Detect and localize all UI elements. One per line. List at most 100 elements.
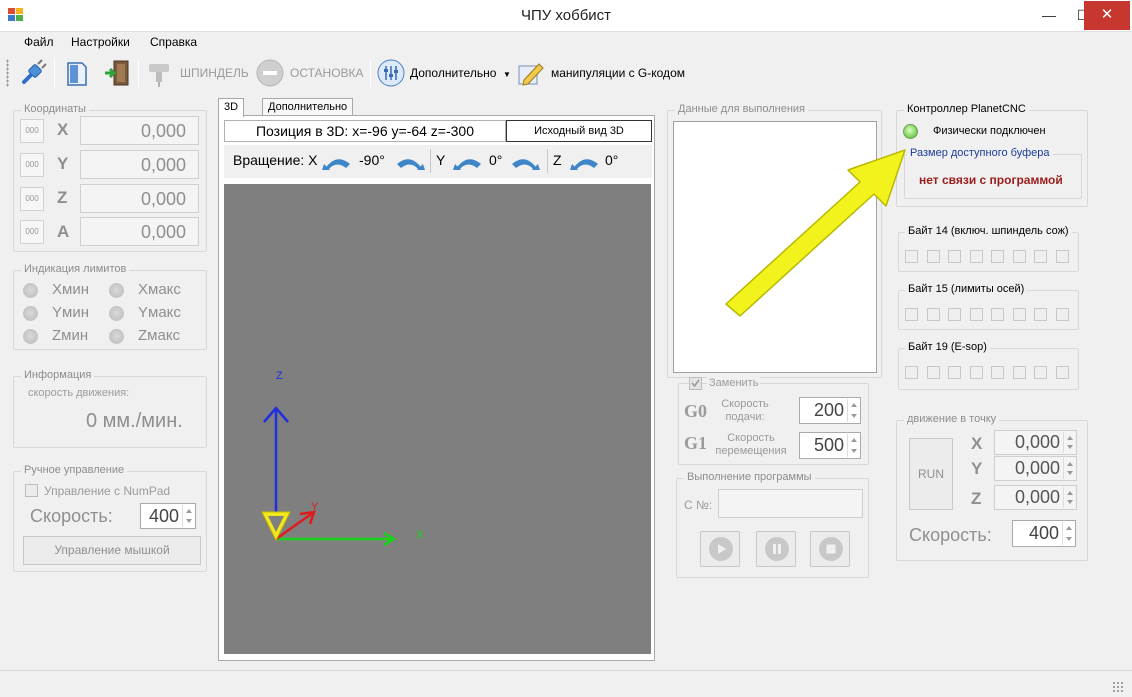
bit-indicator xyxy=(1034,366,1047,379)
limit-ymax-label: Yмакс xyxy=(138,304,181,321)
gcode-button[interactable]: манипуляции с G-кодом xyxy=(551,66,685,80)
bit-indicator xyxy=(1012,250,1026,263)
g1-caption: Скорость перемещения xyxy=(715,432,787,457)
rotation-label: Вращение: X xyxy=(233,152,318,168)
manual-title: Ручное управление xyxy=(21,464,128,476)
menu-settings[interactable]: Настройки xyxy=(71,35,130,49)
additional-dropdown[interactable]: Дополнительно xyxy=(410,66,496,80)
rotate-y-cw-icon[interactable] xyxy=(510,152,542,172)
pause-button[interactable] xyxy=(756,531,796,567)
title-bar: ЧПУ хоббист — ☐ ✕ xyxy=(0,0,1132,32)
stop-button[interactable]: ОСТАНОВКА xyxy=(290,66,364,80)
bit-indicator xyxy=(1055,366,1069,379)
g1-speed-stepper[interactable]: 500 xyxy=(799,432,861,459)
rotate-y-ccw-icon[interactable] xyxy=(451,152,483,172)
coord-x-field[interactable]: 0,000 xyxy=(80,116,199,145)
exit-door-icon[interactable] xyxy=(102,58,132,88)
rotation-separator xyxy=(430,149,431,173)
axes-gizmo xyxy=(261,406,397,547)
moveto-y-stepper[interactable]: 0,000 xyxy=(994,456,1077,481)
mouse-control-button[interactable]: Управление мышкой xyxy=(23,536,201,565)
moveto-speed-stepper[interactable]: 400 xyxy=(1012,520,1076,547)
bit-indicator xyxy=(926,366,940,379)
bit-indicator xyxy=(969,366,983,379)
rotation-z-value: 0° xyxy=(605,152,619,168)
close-button[interactable]: ✕ xyxy=(1084,1,1130,30)
bit-indicator xyxy=(948,250,961,263)
limit-xmax-label: Xмакс xyxy=(138,281,181,298)
g0-speed-stepper[interactable]: 200 xyxy=(799,397,861,424)
menu-help[interactable]: Справка xyxy=(150,35,197,49)
window-title: ЧПУ хоббист xyxy=(520,7,612,24)
info-title: Информация xyxy=(21,369,95,381)
open-file-icon[interactable] xyxy=(62,58,92,88)
stop-icon xyxy=(256,59,284,87)
bit-indicator xyxy=(991,366,1004,379)
rotate-x-ccw-icon[interactable] xyxy=(320,152,352,172)
speed-value: 0 мм./мин. xyxy=(86,410,183,432)
rotate-z-ccw-icon[interactable] xyxy=(568,152,600,172)
manual-speed-stepper[interactable]: 400 xyxy=(140,503,196,529)
rotation-separator xyxy=(547,149,548,173)
resize-grip[interactable] xyxy=(1112,681,1124,693)
canvas-3d[interactable]: Z X Y xyxy=(224,184,651,654)
settings-sliders-icon[interactable] xyxy=(376,58,406,88)
numpad-checkbox[interactable] xyxy=(25,484,38,497)
limit-xmin-indicator xyxy=(23,283,38,298)
bit-indicator xyxy=(969,308,983,321)
spindle-button[interactable]: ШПИНДЕЛЬ xyxy=(180,66,249,80)
axis-x-tag: X xyxy=(416,529,424,541)
replace-checkbox[interactable] xyxy=(689,377,702,390)
axis-a-label: A xyxy=(57,222,70,241)
bit-indicator xyxy=(948,366,961,379)
toolbar-grip[interactable] xyxy=(6,59,9,87)
connection-status: Физически подключен xyxy=(933,125,1046,137)
bit-indicator xyxy=(991,308,1004,321)
rotation-y-value: 0° xyxy=(489,152,503,168)
tab-additional[interactable]: Дополнительно xyxy=(262,98,354,116)
position-3d-label: Позиция в 3D: x=-96 y=-64 z=-300 xyxy=(224,120,506,142)
zero-x-button[interactable]: 000 xyxy=(20,119,44,143)
moveto-x-stepper[interactable]: 0,000 xyxy=(994,430,1077,455)
play-button[interactable] xyxy=(700,531,740,567)
controller-title: Контроллер PlanetCNC xyxy=(904,103,1029,115)
byte19-title: Байт 19 (E-sop) xyxy=(905,341,990,353)
coord-z-field[interactable]: 0,000 xyxy=(80,184,199,213)
rotation-z-label: Z xyxy=(553,152,562,168)
connect-icon[interactable] xyxy=(18,58,48,88)
chevron-down-icon[interactable]: ▼ xyxy=(503,70,511,79)
rotation-y-label: Y xyxy=(436,152,446,168)
byte19-group: Байт 19 (E-sop) xyxy=(898,341,1079,390)
gcode-edit-icon[interactable] xyxy=(515,58,545,88)
moveto-speed-label: Скорость: xyxy=(909,525,992,545)
coord-y-field[interactable]: 0,000 xyxy=(80,150,199,179)
bit-indicator xyxy=(1012,308,1026,321)
reset-view-button[interactable]: Исходный вид 3D xyxy=(506,120,652,142)
zero-y-button[interactable]: 000 xyxy=(20,153,44,177)
rotate-x-cw-icon[interactable] xyxy=(395,152,427,172)
axis-y-label: Y xyxy=(57,154,69,173)
zero-a-button[interactable]: 000 xyxy=(20,220,44,244)
numpad-label: Управление с NumPad xyxy=(44,484,171,498)
line-number-field[interactable] xyxy=(718,489,863,518)
coord-a-field[interactable]: 0,000 xyxy=(80,217,199,246)
run-button[interactable]: RUN xyxy=(909,438,953,510)
moveto-z-stepper[interactable]: 0,000 xyxy=(994,485,1077,510)
bit-indicator xyxy=(905,366,918,379)
moveto-y-label: Y xyxy=(971,459,983,478)
toolbar-separator xyxy=(54,59,55,87)
spindle-icon xyxy=(149,64,169,87)
stop-program-button[interactable] xyxy=(810,531,850,567)
axis-z-tag: Z xyxy=(276,370,283,382)
tab-3d[interactable]: 3D xyxy=(218,98,245,117)
menu-file[interactable]: Файл xyxy=(24,35,54,49)
exec-data-title: Данные для выполнения xyxy=(675,103,809,115)
limit-zmax-indicator xyxy=(109,329,124,344)
manual-speed-label: Скорость: xyxy=(30,506,113,526)
zero-z-button[interactable]: 000 xyxy=(20,187,44,211)
minimize-button[interactable]: — xyxy=(1032,1,1066,30)
moveto-x-label: X xyxy=(971,434,983,453)
bit-indicator xyxy=(969,250,983,263)
bit-indicator xyxy=(1055,250,1069,263)
moveto-title: движение в точку xyxy=(904,413,1000,425)
